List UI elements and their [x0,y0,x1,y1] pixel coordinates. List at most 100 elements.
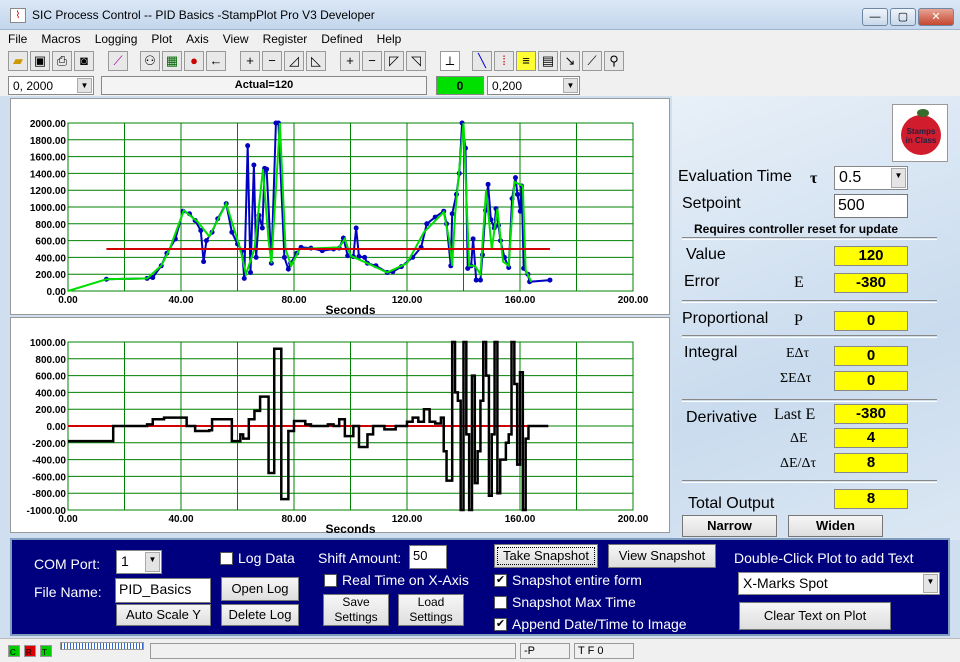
widen-button[interactable]: Widen [788,515,883,537]
chevron-down-icon[interactable]: ▼ [891,168,906,188]
y-tick-label: 400.00 [35,388,66,399]
com-port-label: COM Port: [34,556,101,572]
chevron-down-icon[interactable]: ▼ [563,78,578,93]
delta-e-dt-symbol: ΔE/Δτ [780,456,817,471]
chevron-down-icon[interactable]: ▼ [923,574,938,593]
real-time-checkbox[interactable] [324,574,337,587]
stop-icon[interactable]: ● [184,51,204,71]
pid-panel: Stamps in Class Evaluation Time τ 0.5 ▼ Se… [672,96,960,540]
zoom-minus-x-icon[interactable]: − [362,51,382,71]
data-point [424,221,430,227]
open-log-button[interactable]: Open Log [221,577,299,601]
proportional-symbol: P [794,312,803,329]
menu-macros[interactable]: Macros [33,30,86,46]
last-e-symbol: Last E [774,406,816,423]
y-range-select[interactable]: 0, 2000 ▼ [8,76,94,95]
calculator-icon[interactable]: ▤ [538,51,558,71]
monitor-icon[interactable]: ▦ [162,51,182,71]
snapshot-max-checkbox[interactable] [494,596,507,609]
auto-scale-y-button[interactable]: Auto Scale Y [116,604,211,626]
t-indicator: T [40,645,52,657]
zoom-plus-y-icon[interactable]: + [240,51,260,71]
eval-time-value: 0.5 [839,169,862,186]
wrench-icon[interactable]: ⚲ [604,51,624,71]
pen-icon[interactable]: ╲ [472,51,492,71]
file-name-input[interactable]: PID_Basics [115,578,211,603]
plot-axis-icon[interactable]: ⟂ [440,51,460,71]
menu-logging[interactable]: Logging [87,30,144,46]
com-port-select[interactable]: 1 ▼ [116,550,162,574]
printer-icon[interactable]: ⎙ [52,51,72,71]
chevron-down-icon[interactable]: ▼ [77,78,92,93]
clear-text-button[interactable]: Clear Text on Plot [739,602,891,630]
shift-right-icon[interactable]: ◹ [406,51,426,71]
x-tick-label: 120.00 [392,514,423,525]
probe-icon[interactable]: ↘ [560,51,580,71]
minimize-button[interactable]: — [862,8,888,26]
divider [682,399,937,402]
menu-axis[interactable]: Axis [178,30,215,46]
data-point [514,191,520,197]
control-panel: COM Port: 1 ▼ File Name: PID_Basics Auto … [10,538,950,636]
window-title: SIC Process Control -- PID Basics -Stamp… [32,8,375,22]
view-snapshot-button[interactable]: View Snapshot [608,544,716,568]
setpoint-input[interactable]: 500 [834,194,908,218]
x-tick-label: 200.00 [618,514,649,525]
open-folder-icon[interactable]: ▰ [8,51,28,71]
take-snapshot-button[interactable]: Take Snapshot [494,544,598,568]
data-points-icon[interactable]: ⁞ [494,51,514,71]
zoom-plus-x-icon[interactable]: + [340,51,360,71]
output-chart[interactable]: -1000.00-800.00-600.00-400.00-200.000.00… [11,318,671,536]
data-point [470,236,476,242]
delete-log-button[interactable]: Delete Log [221,604,299,626]
shift-up-icon[interactable]: ◿ [284,51,304,71]
menu-view[interactable]: View [215,30,255,46]
menu-help[interactable]: Help [369,30,408,46]
shift-down-icon[interactable]: ◺ [306,51,326,71]
menu-plot[interactable]: Plot [143,30,178,46]
menu-register[interactable]: Register [255,30,314,46]
x-range-select[interactable]: 0,200 ▼ [487,76,580,95]
log-data-checkbox[interactable] [220,552,233,565]
plot-connect-icon[interactable]: ⚇ [140,51,160,71]
tf-indicator: T F 0 [574,643,634,659]
save-settings-button[interactable]: Save Settings [323,594,389,626]
shift-left-icon[interactable]: ◸ [384,51,404,71]
shift-amount-label: Shift Amount: [318,550,402,566]
divider [682,237,937,240]
eval-time-select[interactable]: 0.5 ▼ [834,166,908,190]
x-tick-label: 80.00 [281,514,306,525]
menu-defined[interactable]: Defined [313,30,368,46]
data-point [253,254,259,260]
y-tick-label: 0.00 [47,422,67,433]
title-bar: ⌇ SIC Process Control -- PID Basics -Sta… [0,0,960,30]
menu-file[interactable]: File [0,30,33,46]
magic-wand-icon[interactable]: ⟋ [108,51,128,71]
shift-amount-input[interactable]: 50 [409,545,447,569]
close-button[interactable]: ✕ [918,8,954,26]
delta-e-dt-display: 8 [834,453,908,473]
y-range-value: 0, 2000 [13,79,54,93]
maximize-button[interactable]: ▢ [890,8,916,26]
narrow-button[interactable]: Narrow [682,515,777,537]
zoom-minus-y-icon[interactable]: − [262,51,282,71]
back-arrow-icon[interactable]: ← [206,51,226,71]
plot-text-select[interactable]: X-Marks Spot ▼ [738,572,940,595]
data-point [264,166,270,172]
scale-icon[interactable]: ⟋ [582,51,602,71]
data-point [517,208,523,214]
data-point [201,259,207,265]
load-settings-button[interactable]: Load Settings [398,594,464,626]
process-value-plot[interactable]: 0.00 200.00 400.00 600.00 800.00 1000.00 1200.… [10,98,671,317]
note-icon[interactable]: ≡ [516,51,536,71]
save-disk-icon[interactable]: ▣ [30,51,50,71]
y-tick-label: 800.00 [35,220,66,231]
camera-icon[interactable]: ◙ [74,51,94,71]
append-date-checkbox[interactable]: ✔ [494,618,507,631]
output-plot[interactable]: -1000.00 -800.00 -600.00 -400.00 -200.00 0.00… [10,317,671,536]
process-value-chart[interactable]: 0.00 200.00 400.00 600.00 800.00 1000.00 1200.… [11,99,671,317]
x-tick-label: 80.00 [281,295,306,306]
divider [682,335,937,338]
chevron-down-icon[interactable]: ▼ [145,552,160,572]
snapshot-entire-checkbox[interactable]: ✔ [494,574,507,587]
